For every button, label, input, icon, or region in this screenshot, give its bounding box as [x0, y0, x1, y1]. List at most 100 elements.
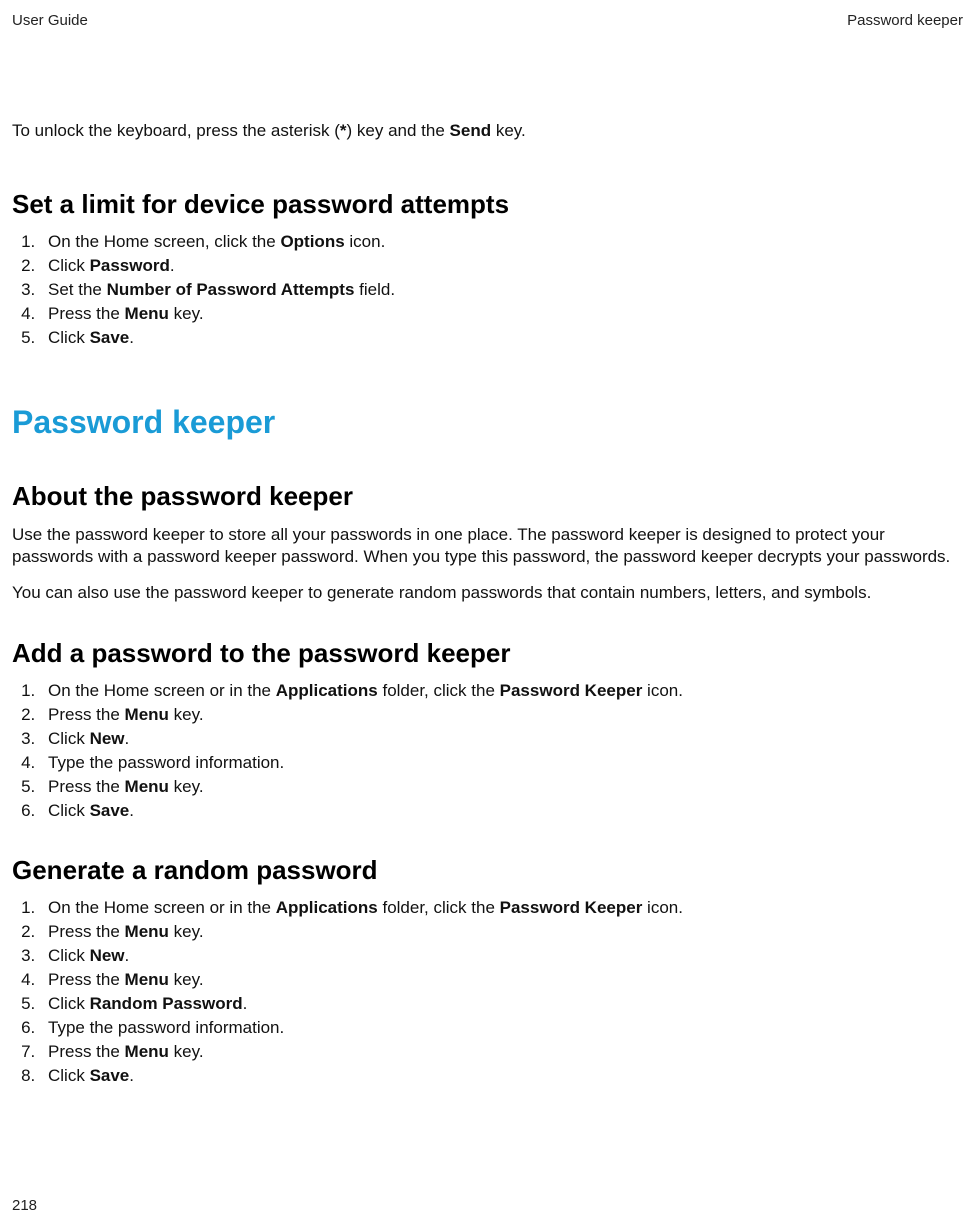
- generate-random-step: Click Save.: [40, 1066, 963, 1086]
- document-page: User Guide Password keeper To unlock the…: [0, 0, 975, 1228]
- step-bold-text: Menu: [125, 304, 169, 323]
- generate-random-step: Type the password information.: [40, 1018, 963, 1038]
- step-text: .: [125, 946, 130, 965]
- step-bold-text: Menu: [125, 1042, 169, 1061]
- step-text: Click: [48, 994, 90, 1013]
- set-limit-step: On the Home screen, click the Options ic…: [40, 232, 963, 252]
- step-text: folder, click the: [378, 898, 500, 917]
- step-text: key.: [169, 922, 204, 941]
- step-text: key.: [169, 777, 204, 796]
- step-text: .: [129, 1066, 134, 1085]
- step-bold-text: Random Password: [90, 994, 243, 1013]
- step-text: Press the: [48, 970, 125, 989]
- step-text: .: [129, 801, 134, 820]
- step-text: On the Home screen or in the: [48, 681, 276, 700]
- step-bold-text: Menu: [125, 922, 169, 941]
- step-bold-text: Menu: [125, 705, 169, 724]
- add-password-step: Press the Menu key.: [40, 705, 963, 725]
- add-password-step: Click New.: [40, 729, 963, 749]
- add-password-step: Type the password information.: [40, 753, 963, 773]
- step-bold-text: Applications: [276, 898, 378, 917]
- page-header: User Guide Password keeper: [12, 12, 963, 29]
- about-paragraph-2: You can also use the password keeper to …: [12, 582, 963, 604]
- step-text: Press the: [48, 304, 125, 323]
- step-text: key.: [169, 1042, 204, 1061]
- step-text: icon.: [642, 681, 683, 700]
- intro-bold-asterisk: *: [340, 121, 347, 140]
- intro-text: ) key and the: [347, 121, 450, 140]
- step-bold-text: Save: [90, 801, 130, 820]
- step-text: Press the: [48, 705, 125, 724]
- step-text: Type the password information.: [48, 1018, 284, 1037]
- intro-bold-send: Send: [450, 121, 492, 140]
- step-bold-text: Password Keeper: [500, 898, 643, 917]
- step-text: Click: [48, 946, 90, 965]
- intro-text: key.: [491, 121, 526, 140]
- step-bold-text: Password: [90, 256, 170, 275]
- step-bold-text: Save: [90, 328, 130, 347]
- step-bold-text: Options: [280, 232, 344, 251]
- step-text: Click: [48, 328, 90, 347]
- step-text: key.: [169, 970, 204, 989]
- generate-random-step: Press the Menu key.: [40, 922, 963, 942]
- section-heading-generate-random: Generate a random password: [12, 855, 963, 886]
- step-bold-text: Menu: [125, 970, 169, 989]
- steps-list-set-limit: On the Home screen, click the Options ic…: [12, 232, 963, 348]
- step-text: Click: [48, 729, 90, 748]
- section-add-password: Add a password to the password keeper On…: [12, 638, 963, 821]
- header-right: Password keeper: [847, 12, 963, 29]
- step-text: Type the password information.: [48, 753, 284, 772]
- step-text: .: [170, 256, 175, 275]
- step-text: Press the: [48, 777, 125, 796]
- page-number: 218: [12, 1197, 37, 1214]
- add-password-step: On the Home screen or in the Application…: [40, 681, 963, 701]
- step-bold-text: Number of Password Attempts: [107, 280, 355, 299]
- step-text: folder, click the: [378, 681, 500, 700]
- set-limit-step: Click Save.: [40, 328, 963, 348]
- step-bold-text: Menu: [125, 777, 169, 796]
- steps-list-generate-random: On the Home screen or in the Application…: [12, 898, 963, 1086]
- step-text: key.: [169, 705, 204, 724]
- step-text: Click: [48, 801, 90, 820]
- step-text: Press the: [48, 1042, 125, 1061]
- section-about: About the password keeper Use the passwo…: [12, 481, 963, 604]
- step-text: On the Home screen or in the: [48, 898, 276, 917]
- step-bold-text: New: [90, 729, 125, 748]
- step-text: field.: [354, 280, 395, 299]
- add-password-step: Click Save.: [40, 801, 963, 821]
- generate-random-step: Click New.: [40, 946, 963, 966]
- intro-text: To unlock the keyboard, press the asteri…: [12, 121, 340, 140]
- step-text: .: [129, 328, 134, 347]
- step-text: icon.: [345, 232, 386, 251]
- section-heading-about: About the password keeper: [12, 481, 963, 512]
- major-heading-password-keeper: Password keeper: [12, 404, 963, 441]
- header-left: User Guide: [12, 12, 88, 29]
- section-set-limit: Set a limit for device password attempts…: [12, 189, 963, 348]
- step-bold-text: Applications: [276, 681, 378, 700]
- step-bold-text: Password Keeper: [500, 681, 643, 700]
- set-limit-step: Set the Number of Password Attempts fiel…: [40, 280, 963, 300]
- step-bold-text: New: [90, 946, 125, 965]
- section-heading-set-limit: Set a limit for device password attempts: [12, 189, 963, 220]
- set-limit-step: Press the Menu key.: [40, 304, 963, 324]
- step-text: Click: [48, 256, 90, 275]
- intro-paragraph: To unlock the keyboard, press the asteri…: [12, 121, 963, 141]
- about-paragraph-1: Use the password keeper to store all you…: [12, 524, 963, 568]
- generate-random-step: Press the Menu key.: [40, 970, 963, 990]
- step-text: .: [125, 729, 130, 748]
- step-text: key.: [169, 304, 204, 323]
- section-generate-random: Generate a random password On the Home s…: [12, 855, 963, 1086]
- step-text: Press the: [48, 922, 125, 941]
- add-password-step: Press the Menu key.: [40, 777, 963, 797]
- step-text: Set the: [48, 280, 107, 299]
- generate-random-step: Click Random Password.: [40, 994, 963, 1014]
- step-text: .: [243, 994, 248, 1013]
- set-limit-step: Click Password.: [40, 256, 963, 276]
- generate-random-step: On the Home screen or in the Application…: [40, 898, 963, 918]
- step-text: On the Home screen, click the: [48, 232, 280, 251]
- step-text: icon.: [642, 898, 683, 917]
- step-text: Click: [48, 1066, 90, 1085]
- steps-list-add-password: On the Home screen or in the Application…: [12, 681, 963, 821]
- section-heading-add-password: Add a password to the password keeper: [12, 638, 963, 669]
- step-bold-text: Save: [90, 1066, 130, 1085]
